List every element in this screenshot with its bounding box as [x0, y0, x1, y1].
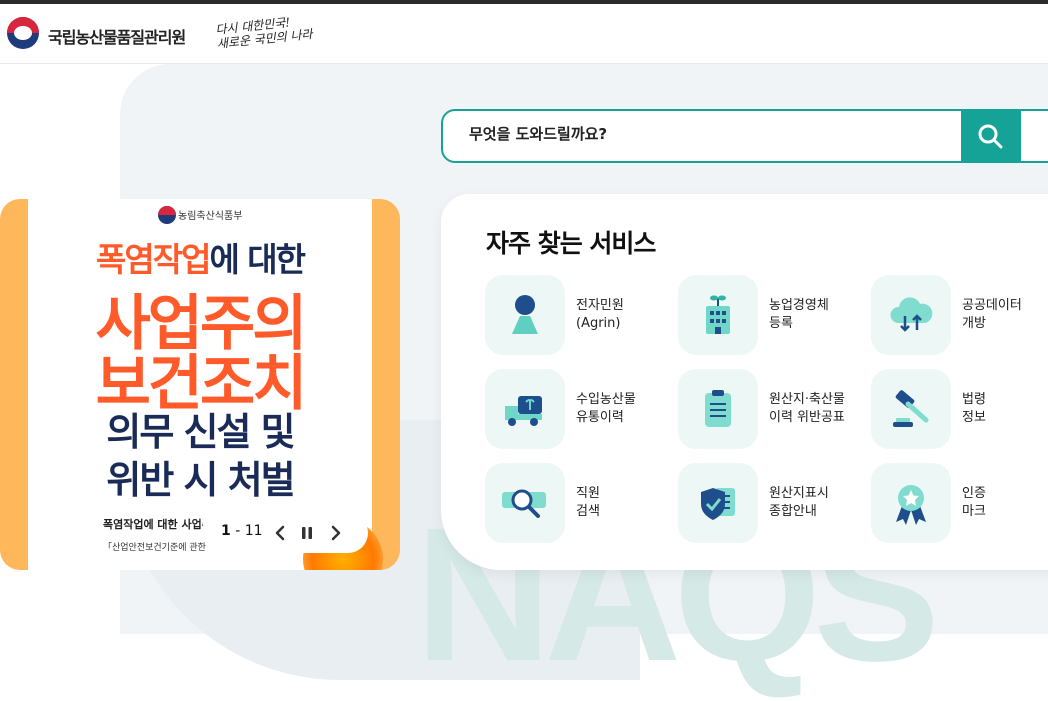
search-bar: [441, 109, 1048, 163]
service-item-import-tracking[interactable]: 수입농산물 유통이력: [485, 369, 675, 449]
person-icon: [512, 295, 538, 334]
slogan: 다시 대한민국! 새로운 국민의 나라: [215, 13, 313, 51]
service-item-open-data[interactable]: 공공데이터 개방: [871, 275, 1048, 355]
org-logo-text[interactable]: 국립농산물품질관리원: [48, 24, 186, 48]
service-label: 전자민원 (Agrin): [576, 298, 624, 331]
service-tile: [485, 275, 565, 355]
magnifier-card-icon: [502, 489, 546, 518]
service-label: 인증 마크: [962, 486, 986, 519]
service-item-staff-search[interactable]: 직원 검색: [485, 463, 675, 543]
banner-headline-5: 위반 시 처벌: [106, 458, 295, 502]
banner-caption: 폭염작업에 대한 사업주: [103, 518, 203, 531]
service-label: 원산지표시 종합안내: [769, 486, 829, 519]
service-item-certification-mark[interactable]: 인증 마크: [871, 463, 1048, 543]
panel-title: 자주 찾는 서비스: [486, 229, 656, 258]
service-tile: [871, 463, 951, 543]
banner-headline-4: 의무 신설 및: [106, 410, 295, 454]
frequent-services-panel: 자주 찾는 서비스 전자민원 (Agrin) 농업경영체 등록 공공데이터 개방…: [441, 194, 1048, 570]
service-label: 원산지·축산물 이력 위반공표: [769, 392, 845, 425]
banner-subcaption: 「산업안전보건기준에 관한: [103, 543, 206, 553]
service-item-farm-registration[interactable]: 농업경영체 등록: [678, 275, 868, 355]
building-sprout-icon: [706, 295, 730, 334]
government-emblem-icon[interactable]: [7, 17, 39, 49]
shield-document-icon: [701, 488, 735, 520]
cloud-transfer-icon: [890, 297, 933, 332]
service-label: 수입농산물 유통이력: [576, 392, 636, 425]
chevron-right-icon[interactable]: [326, 523, 346, 543]
service-label: 공공데이터 개방: [962, 298, 1022, 331]
service-label: 직원 검색: [576, 486, 600, 519]
pause-icon[interactable]: [297, 523, 317, 543]
search-button[interactable]: [961, 109, 1021, 163]
service-tile: [485, 369, 565, 449]
banner-ministry: 농림축산식품부: [178, 211, 243, 222]
banner-headline-1: 폭염작업에 대한: [95, 240, 306, 279]
service-item-origin-guide[interactable]: 원산지표시 종합안내: [678, 463, 868, 543]
search-input[interactable]: [469, 125, 1009, 143]
service-tile: [678, 369, 758, 449]
site-header: 국립농산물품질관리원 다시 대한민국! 새로운 국민의 나라: [0, 4, 1048, 64]
banner-pagination: 1 - 11: [221, 523, 263, 539]
chevron-left-icon[interactable]: [270, 523, 290, 543]
service-label: 법령 정보: [962, 392, 986, 425]
service-tile: [871, 369, 951, 449]
service-item-agrin[interactable]: 전자민원 (Agrin): [485, 275, 675, 355]
badge-ribbon-icon: [896, 485, 926, 525]
service-label: 농업경영체 등록: [769, 298, 829, 331]
service-item-legal-info[interactable]: 법령 정보: [871, 369, 1048, 449]
service-tile: [678, 275, 758, 355]
clipboard-icon: [705, 390, 731, 427]
service-tile: [871, 275, 951, 355]
service-tile: [678, 463, 758, 543]
service-item-violation-disclosure[interactable]: 원산지·축산물 이력 위반공표: [678, 369, 868, 449]
truck-sprout-icon: [505, 396, 542, 426]
banner-controls: 1 - 11: [205, 513, 368, 553]
service-tile: [485, 463, 565, 543]
gavel-icon: [893, 390, 929, 427]
